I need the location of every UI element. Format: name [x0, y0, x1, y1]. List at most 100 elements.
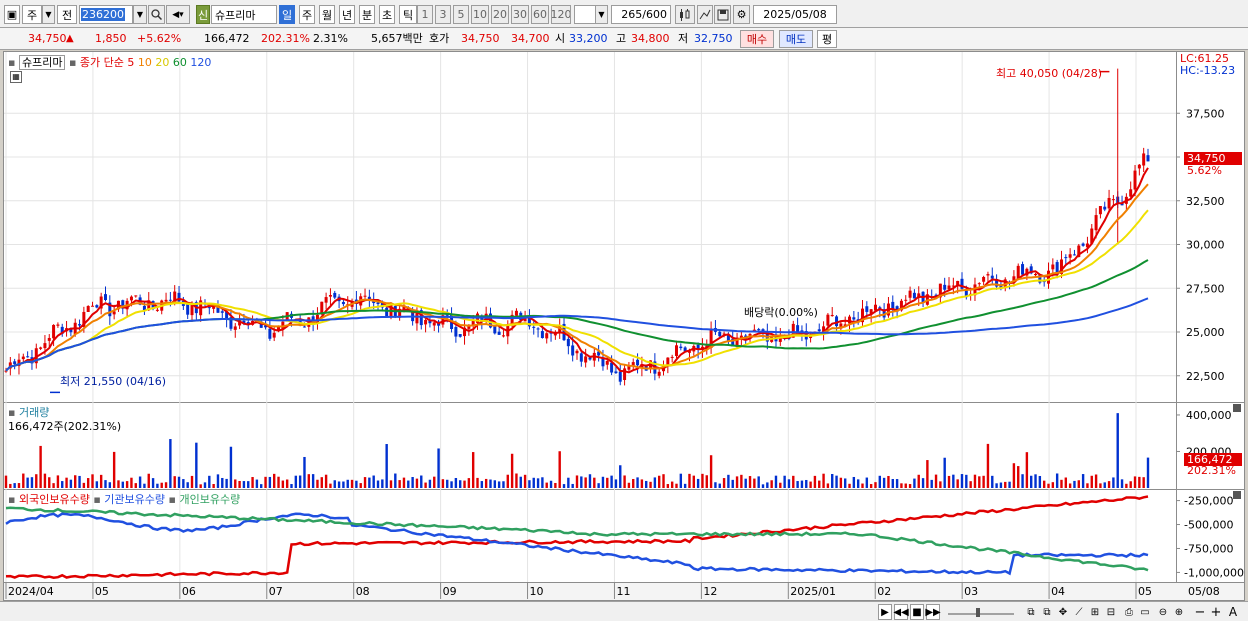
candle-body: [891, 301, 895, 309]
minute-option-2[interactable]: 5: [453, 5, 469, 24]
period-select[interactable]: 주: [22, 5, 42, 24]
bar-count-field[interactable]: 265/600: [611, 5, 671, 24]
volume-bar: [160, 482, 163, 488]
volume-bar: [640, 479, 644, 488]
volume-bar: [147, 473, 150, 488]
prev-button[interactable]: 전: [57, 5, 77, 24]
stock-name-field[interactable]: 슈프리마: [211, 5, 277, 24]
draw-tool-icon[interactable]: [697, 5, 713, 24]
search-icon[interactable]: [148, 5, 165, 24]
minute-option-1[interactable]: 3: [435, 5, 451, 24]
sell-button[interactable]: 매도: [779, 30, 813, 48]
candle-body: [493, 326, 497, 334]
buy-button[interactable]: 매수: [740, 30, 774, 48]
settings-small-icon[interactable]: ⊕: [1172, 604, 1186, 620]
code-dropdown-icon[interactable]: ▼: [133, 5, 147, 24]
layout-alt-icon[interactable]: ⧉: [1040, 604, 1054, 620]
rewind-icon[interactable]: ◀◀: [893, 604, 909, 620]
minute-option-3[interactable]: 10: [471, 5, 489, 24]
save-icon[interactable]: [714, 5, 731, 24]
holdings-legend: ▪ 외국인보유수량 ▪ 기관보유수량 ▪ 개인보유수량: [8, 491, 240, 507]
scroll-right-icon[interactable]: ▶: [878, 604, 892, 620]
minute-option-0[interactable]: 1: [417, 5, 433, 24]
minimize-icon[interactable]: ⊖: [1156, 604, 1170, 620]
date-field[interactable]: 2025/05/08: [753, 5, 837, 24]
compare-icon[interactable]: ⊞: [1088, 604, 1102, 620]
candle-body: [982, 277, 986, 282]
volume-bar: [1086, 483, 1089, 488]
x-tick-label: 09: [443, 585, 457, 598]
grid-table-icon[interactable]: ▦: [10, 71, 22, 83]
candle-body: [376, 302, 380, 305]
fast-forward-icon[interactable]: ▶▶: [925, 604, 941, 620]
volume-bar: [260, 484, 263, 488]
volume-bar: [571, 483, 574, 488]
volume-bar: [195, 442, 198, 488]
volume-bar: [1004, 481, 1007, 488]
candle-type-icon[interactable]: [675, 5, 695, 24]
minute-option-5[interactable]: 30: [511, 5, 529, 24]
tab-interval-1[interactable]: 주: [299, 5, 315, 24]
zoom-slider[interactable]: [946, 604, 1016, 620]
y-tick-label: 37,500: [1186, 107, 1225, 120]
zoom-in-icon[interactable]: +: [1210, 604, 1222, 620]
link-icon[interactable]: ⊟: [1104, 604, 1118, 620]
measure-icon[interactable]: ⟋: [1072, 604, 1086, 620]
stop-icon[interactable]: ■: [910, 604, 924, 620]
candle-body: [1034, 273, 1038, 276]
volume-bar: [203, 482, 207, 488]
minute-dropdown-icon[interactable]: ▼: [595, 5, 608, 24]
copy-icon[interactable]: ▭: [1138, 604, 1152, 620]
low-annotation: 최저 21,550 (04/16): [60, 375, 167, 388]
volume-bar: [4, 475, 8, 488]
candle-body: [575, 350, 579, 354]
tab-interval-0[interactable]: 일: [279, 5, 295, 24]
volume-bar: [861, 483, 864, 488]
volume-bar: [506, 474, 509, 488]
volume-bar: [376, 480, 380, 488]
tab-interval-6[interactable]: 틱: [399, 5, 417, 24]
volume-bar: [502, 481, 505, 488]
volume-bar: [679, 473, 683, 488]
volume-bar: [394, 473, 397, 488]
candle-body: [13, 361, 17, 365]
volume-bar: [973, 474, 977, 488]
volume-bar: [696, 478, 700, 488]
candle-body: [424, 319, 428, 325]
x-tick-label: 05: [1138, 585, 1152, 598]
close-holdings-panel-icon[interactable]: [1233, 491, 1241, 499]
crosshair-icon[interactable]: ✥: [1056, 604, 1070, 620]
minute-option-7[interactable]: 120: [551, 5, 571, 24]
volume-bar: [731, 479, 734, 488]
close-volume-panel-icon[interactable]: [1233, 404, 1241, 412]
tab-interval-4[interactable]: 분: [359, 5, 375, 24]
candle-body: [268, 328, 272, 339]
zoom-out-icon[interactable]: −: [1194, 604, 1206, 620]
chevron-down-icon[interactable]: ▼: [42, 5, 55, 24]
high-value: 34,800: [631, 32, 670, 45]
eval-button[interactable]: 평: [817, 30, 837, 48]
gear-icon[interactable]: ⚙: [733, 5, 750, 24]
candle-body: [1051, 264, 1055, 270]
volume-bar: [908, 484, 912, 488]
minute-option-4[interactable]: 20: [491, 5, 509, 24]
speaker-icon[interactable]: ◀▾: [166, 5, 190, 24]
tab-interval-5[interactable]: 초: [379, 5, 395, 24]
x-tick-label: 03: [964, 585, 978, 598]
chart-area[interactable]: 2024/04 05 06 07 08 09 10 11 12 2025/01 02 03 04 05 05…: [3, 51, 1245, 601]
minute-option-6[interactable]: 60: [531, 5, 549, 24]
volume-bar: [242, 481, 246, 488]
tab-interval-3[interactable]: 년: [339, 5, 355, 24]
print-icon[interactable]: ⎙: [1122, 604, 1136, 620]
tab-interval-2[interactable]: 월: [319, 5, 335, 24]
volume-bar: [978, 476, 981, 488]
auto-scale-icon[interactable]: A: [1226, 604, 1240, 620]
volume-bar: [355, 480, 358, 488]
candle-body: [584, 356, 588, 363]
volume-bar: [705, 475, 708, 488]
window-icon[interactable]: ▣: [4, 5, 20, 24]
stock-code-input[interactable]: 236200: [79, 5, 133, 24]
volume-bar: [1125, 483, 1128, 488]
volume-bar: [852, 476, 856, 488]
layout-icon[interactable]: ⧉: [1024, 604, 1038, 620]
